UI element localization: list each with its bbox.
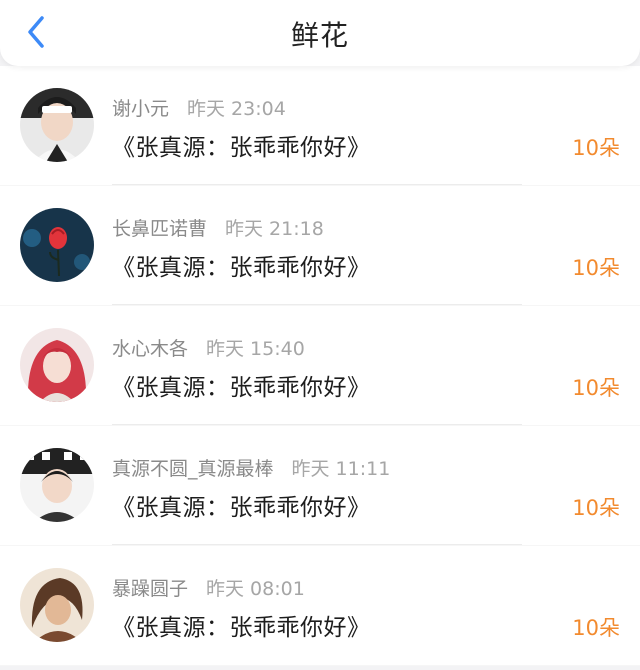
avatar[interactable] — [20, 328, 94, 402]
list-item[interactable]: 长鼻匹诺曹 昨天 21:18 《张真源：张乖乖你好》 10朵 — [0, 186, 640, 306]
flower-count: 10朵 — [572, 376, 620, 400]
timestamp: 昨天 08:01 — [206, 578, 305, 600]
avatar[interactable] — [20, 208, 94, 282]
page-title: 鲜花 — [290, 19, 349, 52]
flower-count: 10朵 — [572, 496, 620, 520]
avatar[interactable] — [20, 448, 94, 522]
timestamp: 昨天 15:40 — [206, 338, 305, 360]
username[interactable]: 水心木各 — [112, 338, 188, 360]
avatar[interactable] — [20, 568, 94, 642]
flower-count: 10朵 — [572, 136, 620, 160]
flower-count: 10朵 — [572, 256, 620, 280]
username[interactable]: 真源不圆_真源最棒 — [112, 458, 274, 480]
timestamp: 昨天 23:04 — [187, 98, 286, 120]
book-title[interactable]: 《张真源：张乖乖你好》 — [112, 488, 371, 522]
divider — [112, 184, 522, 185]
divider — [112, 304, 522, 305]
timestamp: 昨天 11:11 — [291, 458, 391, 480]
list-item[interactable]: 水心木各 昨天 15:40 《张真源：张乖乖你好》 10朵 — [0, 306, 640, 426]
flower-count: 10朵 — [572, 616, 620, 640]
top-bar: 鲜花 — [0, 0, 640, 66]
list-item[interactable]: 谢小元 昨天 23:04 《张真源：张乖乖你好》 10朵 — [0, 66, 640, 186]
timestamp: 昨天 21:18 — [225, 218, 324, 240]
username[interactable]: 长鼻匹诺曹 — [112, 218, 207, 240]
list-item[interactable]: 真源不圆_真源最棒 昨天 11:11 《张真源：张乖乖你好》 10朵 — [0, 426, 640, 546]
divider — [112, 424, 522, 425]
divider — [112, 544, 522, 545]
book-title[interactable]: 《张真源：张乖乖你好》 — [112, 608, 371, 642]
book-title[interactable]: 《张真源：张乖乖你好》 — [112, 368, 371, 402]
book-title[interactable]: 《张真源：张乖乖你好》 — [112, 128, 371, 162]
book-title[interactable]: 《张真源：张乖乖你好》 — [112, 248, 371, 282]
avatar[interactable] — [20, 88, 94, 162]
flower-list: 谢小元 昨天 23:04 《张真源：张乖乖你好》 10朵 长鼻匹诺曹 昨天 21:1… — [0, 66, 640, 666]
list-item[interactable]: 暴躁圆子 昨天 08:01 《张真源：张乖乖你好》 10朵 — [0, 546, 640, 666]
username[interactable]: 暴躁圆子 — [112, 578, 188, 600]
username[interactable]: 谢小元 — [112, 98, 169, 120]
